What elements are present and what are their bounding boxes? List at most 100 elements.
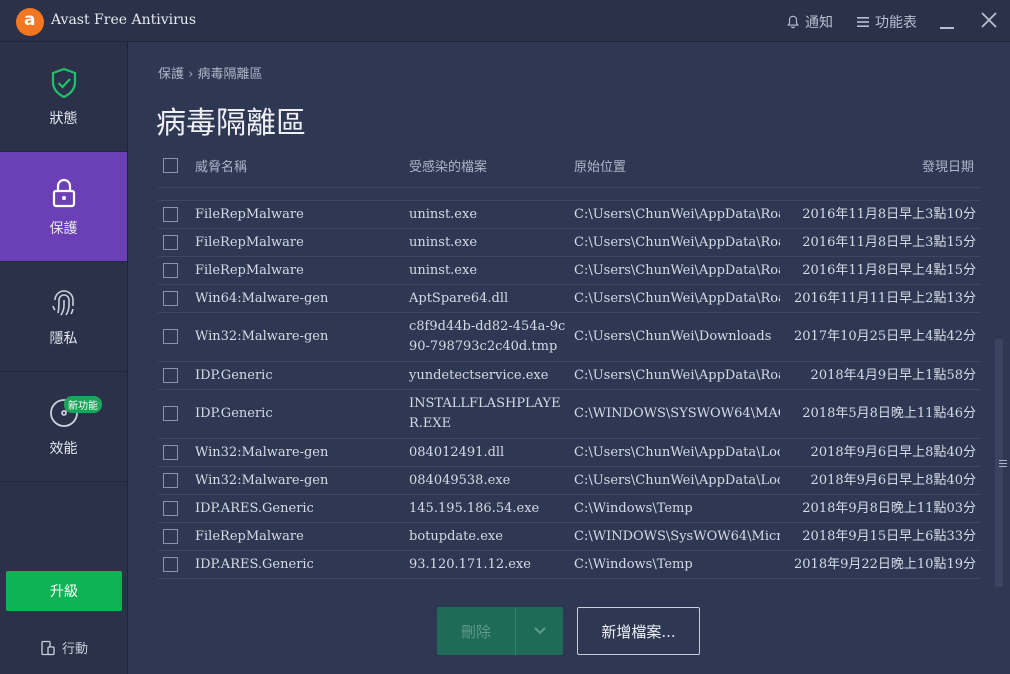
original-location: C:\Users\ChunWei\AppData\Local\··· (574, 473, 780, 488)
row-checkbox[interactable] (163, 406, 178, 421)
row-checkbox[interactable] (163, 234, 178, 250)
breadcrumb: 保護 › 病毒隔離區 (158, 63, 263, 82)
detection-date: 2018年9月22日晚上10點19分 (794, 557, 976, 572)
breadcrumb-parent[interactable]: 保護 (158, 67, 184, 82)
shield-check-icon (51, 67, 76, 98)
detection-date: 2016年11月8日早上3點10分 (802, 207, 976, 222)
original-location: C:\Users\ChunWei\AppData\Roami··· (574, 291, 780, 306)
table-row-partial (158, 188, 980, 201)
infected-file: AptSpare64.dll (409, 291, 509, 306)
main-content: 保護 › 病毒隔離區 病毒隔離區 威脅名稱 受感染的檔案 原始位置 發現日期 F… (128, 42, 1010, 674)
table-row[interactable]: IDP.Generic INSTALLFLASHPLAYER.EXE C:\WIND… (158, 390, 980, 439)
scrollbar[interactable] (994, 187, 1004, 587)
detection-date: 2018年9月6日早上8點40分 (810, 445, 976, 460)
original-location: C:\Users\ChunWei\Downloads (574, 329, 772, 344)
row-checkbox[interactable] (163, 367, 178, 383)
lock-icon (52, 178, 75, 207)
detection-date: 2016年11月8日早上3點15分 (802, 235, 976, 250)
infected-file: botupdate.exe (409, 529, 503, 544)
table-row[interactable]: FileRepMalware botupdate.exe C:\WINDOWS\Sy… (158, 523, 980, 551)
infected-file: c8f9d44b-dd82-454a-9c90-798793c2c40d.tmp (409, 319, 566, 354)
page-title: 病毒隔離區 (156, 106, 306, 141)
table-row[interactable]: FileRepMalware uninst.exe C:\Users\ChunWei… (158, 229, 980, 257)
row-checkbox[interactable] (163, 500, 178, 516)
row-checkbox[interactable] (163, 472, 178, 488)
infected-file: uninst.exe (409, 207, 478, 222)
add-file-button[interactable]: 新增檔案... (577, 607, 700, 655)
row-checkbox[interactable] (163, 206, 178, 222)
row-checkbox[interactable] (163, 528, 178, 544)
infected-file: 084049538.exe (409, 473, 511, 488)
infected-file: INSTALLFLASHPLAYER.EXE (409, 396, 561, 431)
row-checkbox[interactable] (163, 556, 178, 572)
upgrade-button[interactable]: 升級 (6, 571, 122, 611)
minimize-button[interactable] (940, 11, 956, 31)
column-header-file[interactable]: 受感染的檔案 (409, 156, 487, 175)
quarantine-table: FileRepMalware uninst.exe C:\Users\ChunWei… (158, 187, 980, 587)
table-row[interactable]: IDP.ARES.Generic 93.120.171.12.exe C:\Wind… (158, 551, 980, 579)
sidebar-item-label: 效能 (49, 440, 78, 457)
delete-button-label: 刪除 (460, 622, 491, 641)
original-location: C:\WINDOWS\SysWOW64\Micros··· (574, 529, 780, 544)
detection-date: 2018年9月6日早上8點40分 (810, 473, 976, 488)
table-row[interactable]: Win32:Malware-gen 084049538.exe C:\Users\C… (158, 467, 980, 495)
threat-name: Win32:Malware-gen (195, 445, 329, 460)
original-location: C:\Windows\Temp (574, 501, 693, 516)
sidebar-item-protection[interactable]: 保護 (0, 152, 127, 262)
sidebar-item-label: 隱私 (49, 330, 78, 347)
table-row[interactable]: IDP.ARES.Generic 145.195.186.54.exe C:\Win… (158, 495, 980, 523)
menu-button[interactable]: 功能表 (856, 12, 917, 32)
table-row[interactable]: FileRepMalware uninst.exe C:\Users\ChunWei… (158, 201, 980, 229)
delete-button[interactable]: 刪除 (437, 607, 563, 655)
row-checkbox[interactable] (163, 444, 178, 460)
original-location: C:\Users\ChunWei\AppData\Roami··· (574, 235, 780, 250)
row-checkbox[interactable] (163, 329, 178, 344)
table-row[interactable]: Win64:Malware-gen AptSpare64.dll C:\Users\… (158, 285, 980, 313)
detection-date: 2016年11月8日早上4點15分 (802, 263, 976, 278)
bell-icon (787, 15, 799, 29)
close-icon (981, 12, 997, 28)
threat-name: Win32:Malware-gen (195, 329, 329, 344)
app-title: Avast Free Antivirus (51, 12, 196, 28)
row-checkbox[interactable] (163, 290, 178, 306)
threat-name: FileRepMalware (195, 529, 304, 544)
threat-name: IDP.ARES.Generic (195, 557, 314, 572)
chevron-down-icon (533, 627, 546, 635)
action-label: 行動 (62, 642, 89, 657)
sidebar-item-performance[interactable]: 新功能 效能 (0, 372, 127, 482)
column-header-date[interactable]: 發現日期 (922, 156, 974, 175)
infected-file: 145.195.186.54.exe (409, 501, 540, 516)
notifications-button[interactable]: 通知 (786, 12, 833, 32)
column-header-location[interactable]: 原始位置 (574, 156, 626, 175)
detection-date: 2016年11月11日早上2點13分 (794, 291, 976, 306)
sidebar-item-label: 保護 (49, 220, 78, 237)
table-header: 威脅名稱 受感染的檔案 原始位置 發現日期 (158, 154, 978, 176)
title-bar: a Avast Free Antivirus 通知 功能表 (0, 0, 1010, 42)
threat-name: IDP.Generic (195, 368, 273, 383)
threat-name: IDP.ARES.Generic (195, 501, 314, 516)
original-location: C:\Users\ChunWei\AppData\Local\··· (574, 445, 780, 460)
table-row[interactable]: FileRepMalware uninst.exe C:\Users\ChunWei… (158, 257, 980, 285)
table-row[interactable]: Win32:Malware-gen 084012491.dll C:\Users\C… (158, 439, 980, 467)
threat-name: FileRepMalware (195, 207, 304, 222)
sidebar-item-privacy[interactable]: 隱私 (0, 262, 127, 372)
sidebar-item-status[interactable]: 狀態 (0, 42, 127, 152)
threat-name: Win64:Malware-gen (195, 291, 329, 306)
table-row[interactable]: IDP.Generic yundetectservice.exe C:\Users\… (158, 362, 980, 390)
menu-label: 功能表 (875, 15, 917, 31)
detection-date: 2017年10月25日早上4點42分 (794, 329, 976, 344)
threat-name: FileRepMalware (195, 235, 304, 250)
select-all-checkbox[interactable] (163, 158, 178, 173)
mobile-action-button[interactable]: 行動 (40, 638, 88, 657)
column-header-threat[interactable]: 威脅名稱 (195, 156, 247, 175)
row-checkbox[interactable] (163, 262, 178, 278)
hamburger-icon (857, 17, 869, 27)
close-button[interactable] (980, 11, 998, 29)
threat-name: FileRepMalware (195, 263, 304, 278)
table-row[interactable]: Win32:Malware-gen c8f9d44b-dd82-454a-9c90… (158, 313, 980, 362)
delete-dropdown-toggle[interactable] (516, 626, 563, 636)
infected-file: yundetectservice.exe (409, 368, 549, 383)
scrollbar-grip-icon (999, 460, 1007, 470)
breadcrumb-separator: › (188, 67, 194, 82)
original-location: C:\Users\ChunWei\AppData\Roami··· (574, 207, 780, 222)
